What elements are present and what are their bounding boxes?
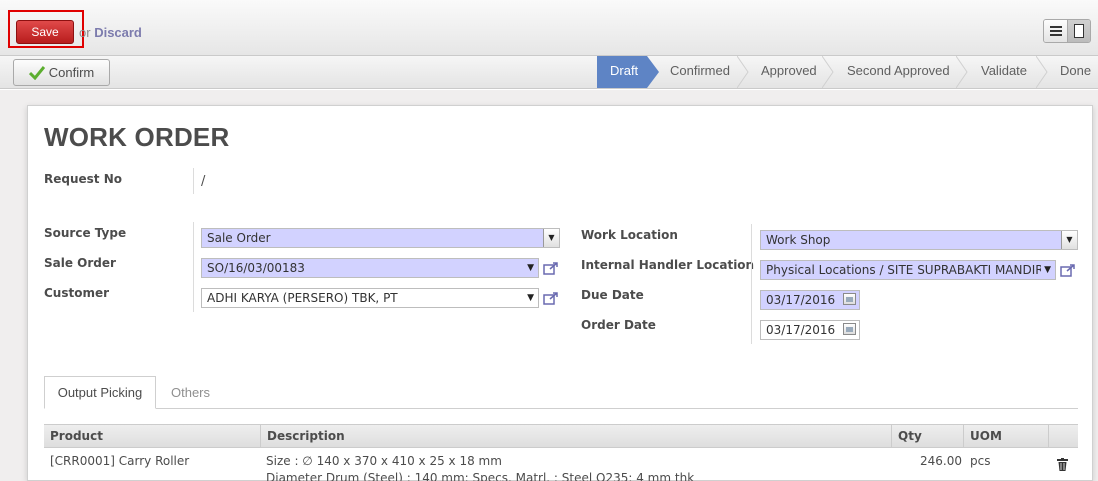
or-text: or xyxy=(79,25,91,40)
due-date-value: 03/17/2016 xyxy=(766,293,836,307)
checkmark-icon xyxy=(28,65,45,80)
due-date-label: Due Date xyxy=(581,288,644,302)
status-bar: Confirm Draft Confirmed Approved Second … xyxy=(0,56,1098,89)
stage-label: Second Approved xyxy=(847,63,950,78)
customer-label: Customer xyxy=(44,286,110,300)
order-date-field[interactable]: 03/17/2016 xyxy=(760,320,860,340)
calendar-icon[interactable] xyxy=(843,323,856,335)
source-type-value: Sale Order xyxy=(207,231,271,245)
table-row-uom[interactable]: pcs xyxy=(970,454,990,468)
customer-value: ADHI KARYA (PERSERO) TBK, PT xyxy=(207,291,398,305)
sale-order-value: SO/16/03/00183 xyxy=(207,261,305,275)
order-date-value: 03/17/2016 xyxy=(766,323,836,337)
table-row-qty[interactable]: 246.00 xyxy=(920,454,962,468)
dropdown-arrow-icon: ▼ xyxy=(1041,261,1051,279)
stage-arrow xyxy=(1036,56,1048,88)
work-location-label: Work Location xyxy=(581,228,678,242)
discard-link[interactable]: Discard xyxy=(94,25,142,40)
stage-arrow xyxy=(737,56,749,88)
field-divider xyxy=(193,222,194,312)
column-header-actions xyxy=(1048,425,1078,447)
table-header: Product Description Qty UOM xyxy=(44,424,1078,448)
external-link-icon[interactable] xyxy=(543,261,559,275)
stage-label: Done xyxy=(1060,63,1092,78)
customer-field[interactable]: ADHI KARYA (PERSERO) TBK, PT ▼ xyxy=(201,288,539,308)
calendar-icon[interactable] xyxy=(843,293,856,305)
field-divider xyxy=(751,224,752,344)
work-location-select[interactable]: Work Shop ▼ xyxy=(760,230,1078,250)
form-view-icon[interactable] xyxy=(1067,20,1090,42)
select-arrow-icon: ▼ xyxy=(543,229,559,247)
stage-label: Confirmed xyxy=(670,63,730,78)
due-date-field[interactable]: 03/17/2016 xyxy=(760,290,860,310)
stage-label: Validate xyxy=(981,63,1028,78)
stage-arrow xyxy=(822,56,834,88)
table-row-product[interactable]: [CRR0001] Carry Roller xyxy=(50,454,189,468)
tabs-divider xyxy=(44,408,1078,409)
sale-order-label: Sale Order xyxy=(44,256,116,270)
stage-confirmed: Confirmed xyxy=(670,56,730,88)
request-no-label: Request No xyxy=(44,172,122,186)
confirm-label: Confirm xyxy=(48,65,95,80)
column-header-uom[interactable]: UOM xyxy=(963,425,1048,447)
discard-group: or Discard xyxy=(79,25,142,40)
dropdown-arrow-icon: ▼ xyxy=(527,293,534,303)
save-button[interactable]: Save xyxy=(16,20,74,44)
stage-validate: Validate xyxy=(981,56,1027,88)
dropdown-arrow-icon: ▼ xyxy=(527,263,534,273)
select-arrow-icon: ▼ xyxy=(1061,231,1077,249)
handler-location-value: Physical Locations / SITE SUPRABAKTI MAN… xyxy=(766,263,1048,277)
source-type-label: Source Type xyxy=(44,226,127,240)
order-date-label: Order Date xyxy=(581,318,656,332)
source-type-select[interactable]: Sale Order ▼ xyxy=(201,228,560,248)
stage-second-approved: Second Approved xyxy=(847,56,950,88)
handler-location-field[interactable]: Physical Locations / SITE SUPRABAKTI MAN… xyxy=(760,260,1056,280)
stage-done: Done xyxy=(1060,56,1091,88)
page-title: WORK ORDER xyxy=(44,122,230,152)
column-header-description[interactable]: Description xyxy=(260,425,891,447)
column-header-qty[interactable]: Qty xyxy=(891,425,963,447)
list-view-icon[interactable] xyxy=(1044,20,1067,42)
request-no-value: / xyxy=(201,174,206,189)
stage-label: Draft xyxy=(610,63,639,78)
view-switcher xyxy=(1043,19,1091,43)
table-row-description-line1[interactable]: Size : ∅ 140 x 370 x 410 x 25 x 18 mm xyxy=(266,454,502,468)
stage-approved: Approved xyxy=(761,56,817,88)
tab-others[interactable]: Others xyxy=(171,385,210,400)
external-link-icon[interactable] xyxy=(1060,263,1076,277)
confirm-button[interactable]: Confirm xyxy=(13,59,110,86)
stage-label: Approved xyxy=(761,63,817,78)
trash-icon[interactable] xyxy=(1057,458,1068,471)
stage-arrow-active xyxy=(647,56,659,88)
stage-arrow xyxy=(956,56,968,88)
work-location-value: Work Shop xyxy=(766,233,831,247)
table-row-description-line2[interactable]: Diameter Drum (Steel) : 140 mm; Specs. M… xyxy=(266,471,694,481)
stage-draft: Draft xyxy=(597,56,647,88)
handler-location-label: Internal Handler Location xyxy=(581,258,755,272)
tab-output-picking[interactable]: Output Picking xyxy=(44,376,156,409)
external-link-icon[interactable] xyxy=(543,291,559,305)
field-divider xyxy=(193,168,194,194)
sale-order-field[interactable]: SO/16/03/00183 ▼ xyxy=(201,258,539,278)
column-header-product[interactable]: Product xyxy=(44,425,260,447)
top-toolbar: Save or Discard xyxy=(0,0,1098,56)
